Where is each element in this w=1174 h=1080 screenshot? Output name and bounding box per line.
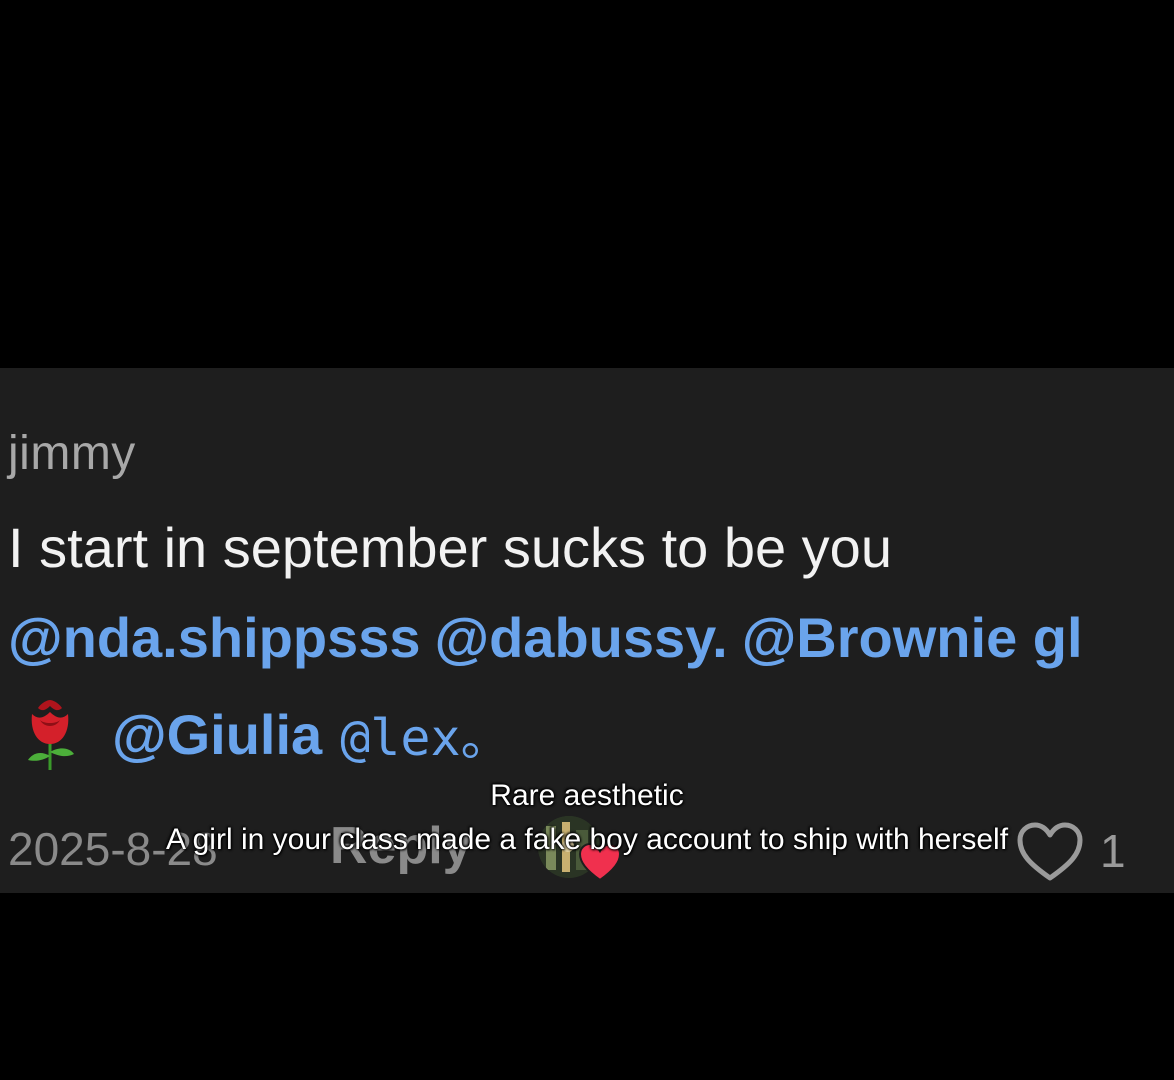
- mention-link[interactable]: @dabussy.: [434, 606, 727, 669]
- mentions-line-1: @nda.shippsss @dabussy. @Brownie gl: [8, 610, 1097, 666]
- mention-link[interactable]: @lex。: [340, 698, 510, 770]
- rose-icon: [28, 700, 74, 770]
- reply-button[interactable]: Reply: [330, 820, 472, 872]
- heart-icon[interactable]: [1014, 820, 1086, 884]
- mention-link[interactable]: @nda.shippsss: [8, 606, 420, 669]
- mention-link[interactable]: @Brownie gl: [742, 606, 1083, 669]
- mention-link[interactable]: @Giulia: [112, 702, 322, 767]
- comment-timestamp: 2025-8-28: [8, 823, 218, 875]
- comment-text: I start in september sucks to be you: [8, 516, 892, 579]
- comment-footer: 2025-8-28 Reply 1: [0, 816, 1174, 886]
- like-count: 1: [1100, 825, 1126, 877]
- bottom-black-area: [0, 893, 1174, 1080]
- mentions-line-2: @Giulia @lex。: [18, 698, 511, 770]
- creator-liked-heart-icon: [578, 842, 622, 882]
- comment-username[interactable]: jimmy: [8, 430, 136, 478]
- top-black-area: [0, 0, 1174, 368]
- comment-card: jimmy I start in september sucks to be y…: [0, 368, 1174, 893]
